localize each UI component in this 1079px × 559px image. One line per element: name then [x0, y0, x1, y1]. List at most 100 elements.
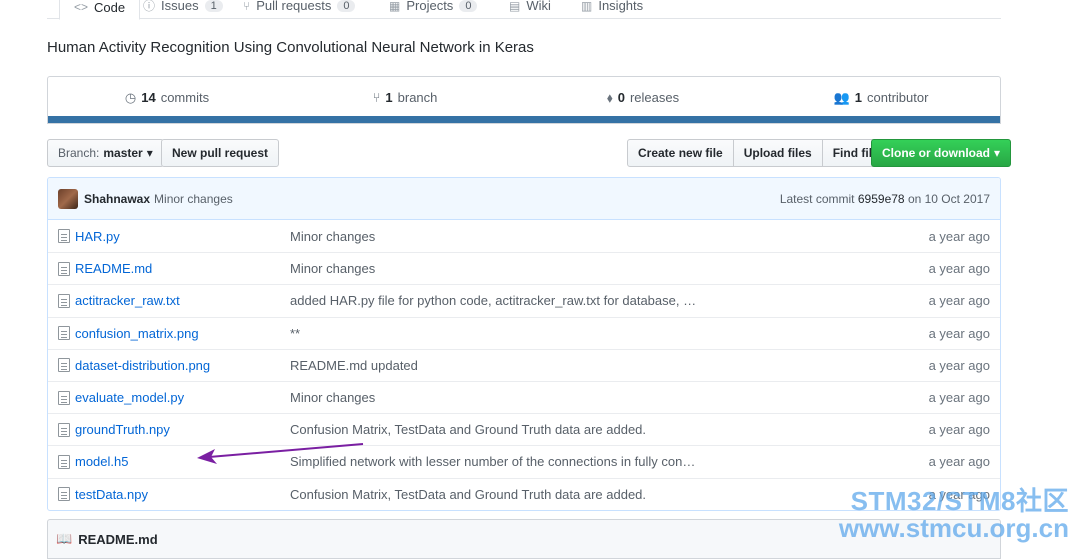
caret-down-icon: ▾	[146, 146, 153, 160]
commits-label: commits	[160, 90, 210, 105]
table-row: HAR.py Minor changes a year ago	[48, 220, 1000, 252]
file-name-link[interactable]: model.h5	[75, 454, 128, 469]
file-commit-message[interactable]: **	[290, 326, 300, 341]
watermark-line1: STM32/STM8社区	[850, 486, 1069, 516]
file-commit-message[interactable]: Minor changes	[290, 390, 375, 405]
table-row: model.h5 Simplified network with lesser …	[48, 445, 1000, 477]
history-icon: ◷	[124, 89, 137, 105]
file-icon	[58, 487, 70, 502]
tab-label: Wiki	[526, 0, 551, 13]
people-icon: 👥	[833, 89, 850, 105]
tab-code[interactable]: <> Code	[59, 0, 141, 20]
file-name-link[interactable]: actitracker_raw.txt	[75, 293, 180, 308]
file-commit-message[interactable]: Confusion Matrix, TestData and Ground Tr…	[290, 422, 646, 437]
file-age: a year ago	[928, 293, 990, 309]
commits-count: 14	[141, 90, 156, 105]
file-commit-message[interactable]: Confusion Matrix, TestData and Ground Tr…	[290, 487, 646, 502]
latest-commit-label: Latest commit	[779, 191, 855, 206]
file-age: a year ago	[928, 325, 990, 341]
file-icon	[58, 293, 70, 308]
tab-label: Projects	[406, 0, 454, 13]
branch-select-button[interactable]: Branch: master ▾	[47, 139, 164, 167]
releases-label: releases	[629, 90, 680, 105]
file-age: a year ago	[928, 228, 990, 244]
file-navigation-table: Shahnawax Minor changes Latest commit 69…	[47, 177, 1001, 511]
tab-projects[interactable]: ▦ Projects 0	[389, 0, 478, 19]
watermark-line2: www.stmcu.org.cn	[838, 513, 1069, 544]
file-icon	[58, 326, 70, 341]
readme-title: README.md	[78, 531, 158, 547]
table-row: confusion_matrix.png ** a year ago	[48, 316, 1000, 349]
commit-sha[interactable]: 6959e78	[858, 192, 905, 206]
book-icon: 📖	[56, 531, 73, 546]
branch-label: branch	[397, 90, 438, 105]
file-icon	[58, 454, 70, 469]
file-age: a year ago	[928, 261, 990, 277]
caret-down-icon: ▾	[994, 146, 1001, 160]
file-age: a year ago	[928, 454, 990, 470]
file-name-link[interactable]: README.md	[75, 261, 152, 276]
new-pull-request-button[interactable]: New pull request	[161, 139, 280, 167]
file-age: a year ago	[928, 357, 990, 373]
clone-or-download-button[interactable]: Clone or download ▾	[871, 139, 1012, 167]
upload-files-button[interactable]: Upload files	[732, 139, 823, 167]
file-age: a year ago	[928, 422, 990, 438]
tab-pull-requests[interactable]: ⑂ Pull requests 0	[243, 0, 356, 19]
project-icon: ▦	[389, 0, 401, 13]
file-icon	[58, 261, 70, 276]
file-actions-group: Create new file Upload files Find file	[627, 139, 890, 167]
issue-icon: ⓘ	[143, 0, 156, 13]
tab-wiki[interactable]: ▤ Wiki	[509, 0, 551, 19]
file-name-link[interactable]: testData.npy	[75, 487, 148, 502]
contributor-count: 1	[854, 90, 862, 105]
commit-date: on 10 Oct 2017	[907, 191, 990, 206]
branch-prefix: Branch:	[58, 146, 100, 160]
tab-issues[interactable]: ⓘ Issues 1	[143, 0, 223, 19]
releases-link[interactable]: ⬧ 0 releases	[524, 90, 762, 106]
file-commit-message[interactable]: README.md updated	[290, 358, 418, 373]
tab-counter: 0	[337, 0, 356, 12]
table-row: actitracker_raw.txt added HAR.py file fo…	[48, 284, 1000, 316]
commits-link[interactable]: ◷ 14 commits	[48, 90, 286, 106]
file-name-link[interactable]: confusion_matrix.png	[75, 326, 199, 341]
tab-counter: 1	[204, 0, 223, 12]
tab-counter: 0	[459, 0, 478, 12]
branch-icon: ⑂	[372, 90, 381, 105]
file-icon	[58, 390, 70, 405]
releases-count: 0	[617, 90, 625, 105]
file-icon	[58, 229, 70, 244]
code-icon: <>	[74, 0, 89, 14]
branch-name: master	[103, 146, 143, 160]
file-icon	[58, 358, 70, 373]
branches-link[interactable]: ⑂ 1 branch	[286, 90, 524, 105]
avatar[interactable]	[58, 188, 78, 209]
tab-label: Pull requests	[256, 0, 332, 13]
tab-label: Code	[94, 0, 126, 15]
table-row: groundTruth.npy Confusion Matrix, TestDa…	[48, 413, 1000, 445]
numbers-summary: ◷ 14 commits ⑂ 1 branch ⬧ 0 releases 👥 1…	[47, 76, 1001, 124]
file-commit-message[interactable]: added HAR.py file for python code, actit…	[290, 293, 696, 308]
file-icon	[58, 422, 70, 437]
commit-author[interactable]: Shahnawax	[84, 192, 150, 206]
file-commit-message[interactable]: Minor changes	[290, 229, 375, 244]
contributors-link[interactable]: 👥 1 contributor	[762, 90, 1000, 106]
tab-label: Insights	[598, 0, 644, 13]
file-age: a year ago	[928, 390, 990, 406]
tab-insights[interactable]: ▥ Insights	[581, 0, 643, 19]
file-name-link[interactable]: groundTruth.npy	[75, 422, 170, 437]
create-new-file-button[interactable]: Create new file	[627, 139, 734, 167]
file-name-link[interactable]: evaluate_model.py	[75, 390, 184, 405]
tab-label: Issues	[161, 0, 199, 13]
tag-icon: ⬧	[606, 89, 613, 105]
annotation-arrow	[197, 443, 364, 464]
graph-icon: ▥	[581, 0, 593, 13]
file-commit-message[interactable]: Minor changes	[290, 261, 375, 276]
language-bar[interactable]	[48, 116, 1000, 123]
table-row: README.md Minor changes a year ago	[48, 252, 1000, 284]
file-name-link[interactable]: dataset-distribution.png	[75, 358, 210, 373]
watermark: STM32/STM8社区 www.stmcu.org.cn	[838, 486, 1069, 544]
commit-message[interactable]: Minor changes	[154, 192, 233, 206]
table-row: dataset-distribution.png README.md updat…	[48, 348, 1000, 381]
file-name-link[interactable]: HAR.py	[75, 229, 120, 244]
table-row: evaluate_model.py Minor changes a year a…	[48, 380, 1000, 413]
